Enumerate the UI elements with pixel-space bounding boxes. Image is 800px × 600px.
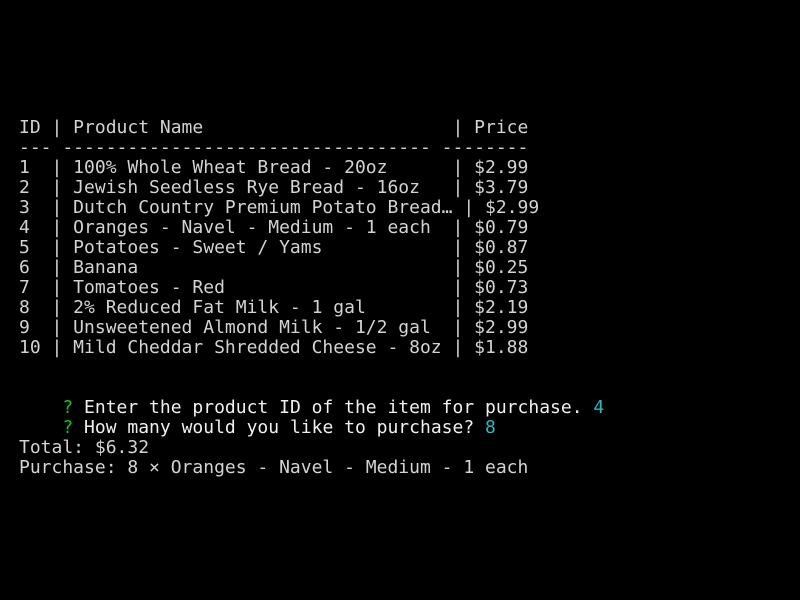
purchase-line: Purchase: 8 × Oranges - Navel - Medium -…: [19, 457, 529, 478]
table-row: 8 | 2% Reduced Fat Milk - 1 gal | $2.19: [19, 297, 529, 318]
table-row: 3 | Dutch Country Premium Potato Bread… …: [19, 197, 540, 218]
prompt-line-product-id: ? Enter the product ID of the item for p…: [19, 378, 800, 418]
table-row: 1 | 100% Whole Wheat Bread - 20oz | $2.9…: [19, 157, 529, 178]
table-row: 5 | Potatoes - Sweet / Yams | $0.87: [19, 237, 529, 258]
prompt-question-mark-icon: ?: [62, 397, 74, 418]
table-row: 6 | Banana | $0.25: [19, 257, 529, 278]
table-header: ID | Product Name | Price: [19, 117, 529, 138]
table-row: 9 | Unsweetened Almond Milk - 1/2 gal | …: [19, 317, 529, 338]
prompt-answer[interactable]: 4: [593, 397, 604, 418]
total-line: Total: $6.32: [19, 437, 150, 458]
prompt-question-mark-icon: ?: [62, 417, 74, 438]
prompt-question: Enter the product ID of the item for pur…: [73, 397, 594, 418]
table-row: 7 | Tomatoes - Red | $0.73: [19, 277, 529, 298]
prompt-answer[interactable]: 8: [485, 417, 496, 438]
terminal-window[interactable]: ID | Product Name | Price --- ----------…: [0, 0, 800, 600]
table-row: 4 | Oranges - Navel - Medium - 1 each | …: [19, 217, 529, 238]
table-row: 2 | Jewish Seedless Rye Bread - 16oz | $…: [19, 177, 529, 198]
prompt-question: How many would you like to purchase?: [73, 417, 486, 438]
table-row: 10 | Mild Cheddar Shredded Cheese - 8oz …: [19, 337, 529, 358]
table-separator: --- ---------------------------------- -…: [19, 137, 529, 158]
